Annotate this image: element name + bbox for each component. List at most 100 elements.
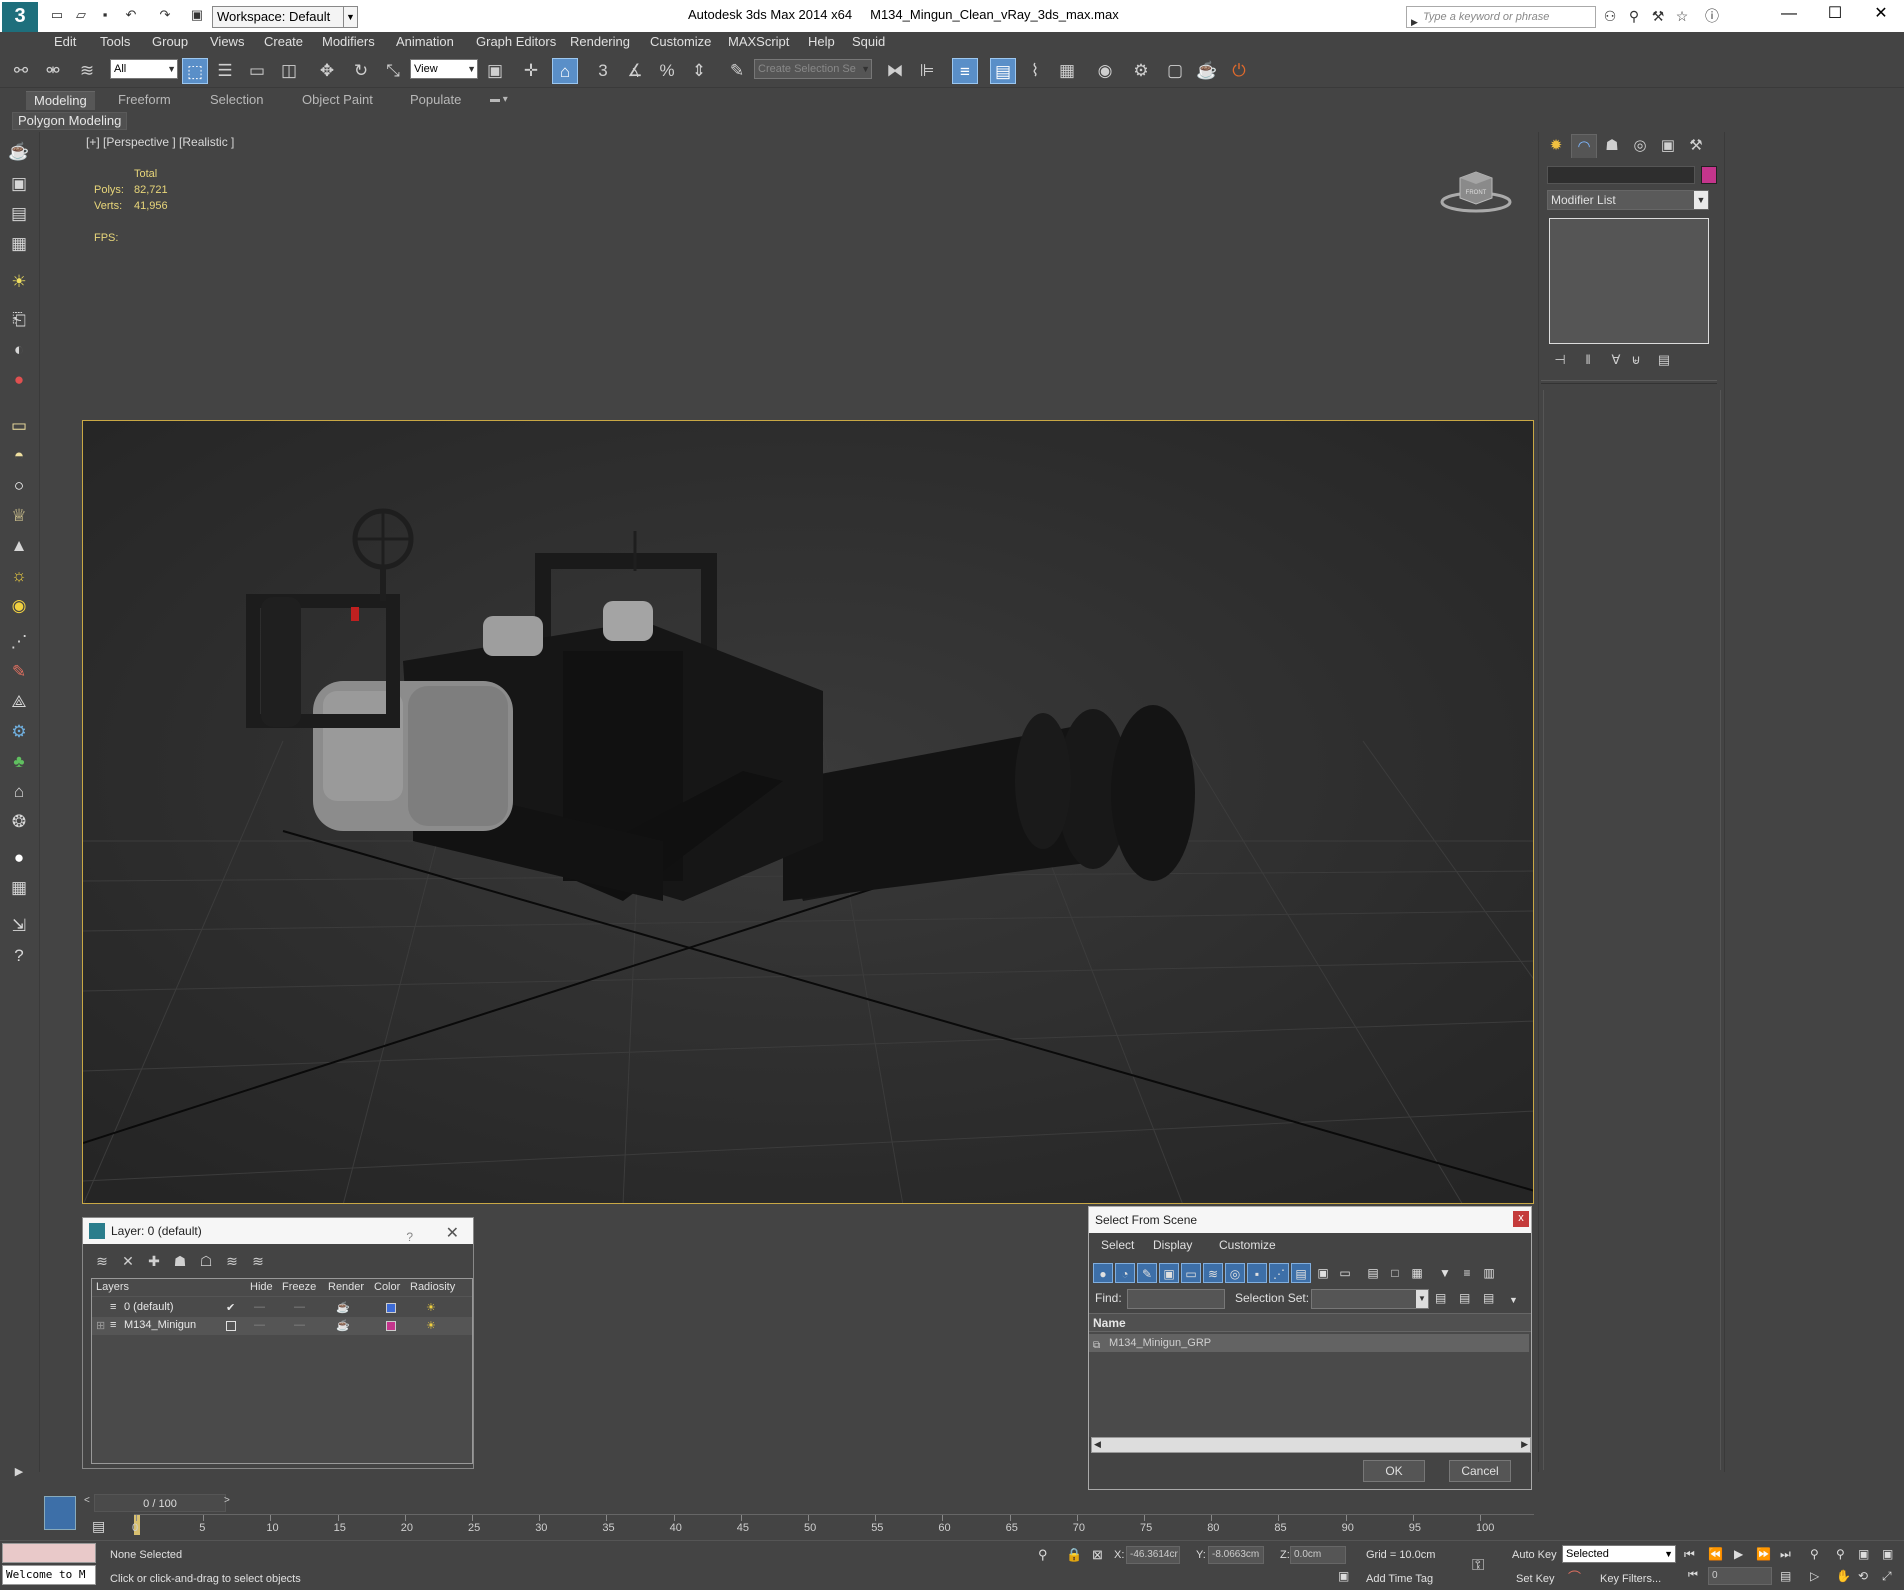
select-layer-objects-icon[interactable]: ☗ [169, 1250, 191, 1272]
set-key-button[interactable]: Set Key [1516, 1573, 1555, 1585]
time-tag-icon[interactable]: ▣ [1338, 1569, 1349, 1583]
menu-rendering[interactable]: Rendering [570, 34, 630, 49]
find-input[interactable] [1127, 1289, 1225, 1309]
help-circle-icon[interactable]: ? [7, 944, 31, 968]
polygon-modeling-panel[interactable]: Polygon Modeling [12, 112, 128, 130]
menu-display[interactable]: Display [1153, 1238, 1192, 1252]
freeze-toggle[interactable]: — [294, 1301, 305, 1313]
tab-freeform[interactable]: Freeform [110, 91, 179, 110]
ribbon-options-icon[interactable]: ▬ ▾ [482, 91, 516, 110]
zoom-extents-icon[interactable]: ▣ [1858, 1547, 1869, 1561]
expand-right-icon[interactable]: ▶ [7, 1460, 31, 1484]
menu-select[interactable]: Select [1101, 1238, 1134, 1252]
plant-icon[interactable]: ♣ [7, 750, 31, 774]
render-icon[interactable]: ▣ [7, 172, 31, 196]
reference-coordinate-dropdown[interactable]: View ▼ [410, 59, 478, 79]
sun-icon[interactable]: ☼ [7, 564, 31, 588]
menu-tools[interactable]: Tools [100, 34, 130, 49]
sphere-light-icon[interactable]: ● [7, 368, 31, 392]
show-end-result-icon[interactable]: ‖ [1577, 350, 1599, 370]
create-selection-set-icon[interactable]: ▤ [1435, 1291, 1446, 1305]
cameras-filter-icon[interactable]: ▣ [1159, 1263, 1179, 1283]
select-by-name-icon[interactable]: ☰ [212, 58, 238, 84]
edit-selection-set-icon[interactable]: ▤ [1459, 1291, 1470, 1305]
bind-space-warp-icon[interactable]: ≋ [74, 58, 100, 84]
previous-key-icon[interactable]: ⏪ [1708, 1547, 1723, 1561]
new-file-icon[interactable]: ▭ [48, 6, 66, 24]
ball-icon[interactable]: ● [7, 846, 31, 870]
auto-key-button[interactable]: Auto Key [1512, 1549, 1557, 1561]
menu-maxscript[interactable]: MAXScript [728, 34, 789, 49]
menu-create[interactable]: Create [264, 34, 303, 49]
absolute-mode-icon[interactable]: ⊠ [1092, 1547, 1103, 1563]
pin-stack-icon[interactable]: ⊣ [1549, 350, 1571, 370]
add-time-tag[interactable]: Add Time Tag [1366, 1573, 1433, 1585]
freeze-toggle[interactable]: — [294, 1319, 305, 1331]
shapes-filter-icon[interactable]: ◔ [1115, 1263, 1135, 1283]
vray-render-icon[interactable]: ⏻ [1226, 58, 1252, 84]
modifier-stack[interactable] [1549, 218, 1709, 344]
render-setup-icon[interactable]: ⚙ [1128, 58, 1154, 84]
particles-icon[interactable]: ❂ [7, 810, 31, 834]
maximize-icon[interactable]: ☐ [1812, 0, 1858, 30]
isolate-selection-icon[interactable]: ⚲ [1038, 1547, 1048, 1563]
list-icon[interactable]: ▤ [7, 202, 31, 226]
graphite-tools-icon[interactable]: ▤ [990, 58, 1016, 84]
current-frame-field[interactable]: 0 [1708, 1567, 1772, 1585]
containers-filter-icon[interactable]: ▤ [1291, 1263, 1311, 1283]
cone-icon[interactable]: ▲ [7, 534, 31, 558]
geometry-filter-icon[interactable]: ● [1093, 1263, 1113, 1283]
hair-icon[interactable]: ⌂ [7, 780, 31, 804]
lights-filter-icon[interactable]: ✎ [1137, 1263, 1157, 1283]
key-mode-toggle-icon[interactable]: ⏮ [1688, 1569, 1698, 1582]
object-color-swatch[interactable] [1701, 166, 1717, 184]
spinner-snap-icon[interactable]: ⇕ [686, 58, 712, 84]
open-file-icon[interactable]: ▱ [72, 6, 90, 24]
list-item[interactable]: ⧉ M134_Minigun_GRP [1089, 1334, 1529, 1352]
percent-snap-icon[interactable]: % [654, 58, 680, 84]
select-and-rotate-icon[interactable]: ↻ [348, 58, 374, 84]
menu-modifiers[interactable]: Modifiers [322, 34, 375, 49]
tab-object-paint[interactable]: Object Paint [294, 91, 381, 110]
dome-icon[interactable]: ◓ [7, 444, 31, 468]
selection-filter-dropdown[interactable]: All ▼ [110, 59, 178, 79]
horizontal-scrollbar[interactable]: ◀ ▶ [1091, 1437, 1531, 1453]
displacement-icon[interactable]: ⟁ [7, 690, 31, 714]
create-tab-icon[interactable]: ✹ [1543, 134, 1569, 158]
track-bar-icon[interactable]: ▤ [92, 1518, 105, 1535]
workspace-dropdown[interactable]: Workspace: Default ▼ [212, 6, 358, 28]
window-crossing-icon[interactable]: ◫ [276, 58, 302, 84]
maxscript-listener[interactable] [2, 1543, 96, 1563]
menu-group[interactable]: Group [152, 34, 188, 49]
help-icon[interactable]: ⓘ [1702, 7, 1722, 25]
time-configuration-icon[interactable]: ▤ [1780, 1569, 1791, 1583]
help-button[interactable]: ? [406, 1224, 413, 1250]
ambient-light-icon[interactable]: ◉ [7, 594, 31, 618]
communication-icon[interactable]: ⚒ [1648, 7, 1668, 25]
make-unique-icon[interactable]: ∀ [1605, 350, 1627, 370]
remove-modifier-icon[interactable]: ⊌ [1625, 350, 1647, 370]
y-coordinate-field[interactable]: -8.0663cm [1208, 1546, 1264, 1564]
align-icon[interactable]: ⊫ [914, 58, 940, 84]
bones-filter-icon[interactable]: ⋰ [1269, 1263, 1289, 1283]
expand-icon[interactable]: ⊞ [96, 1319, 105, 1332]
highlight-layer-icon[interactable]: ☖ [195, 1250, 217, 1272]
viewcube-icon[interactable]: FRONT [1440, 166, 1512, 214]
space-warps-filter-icon[interactable]: ≋ [1203, 1263, 1223, 1283]
play-icon[interactable]: ▶ [1734, 1547, 1743, 1561]
favorites-star-icon[interactable]: ☆ [1672, 7, 1692, 25]
selection-lock-icon[interactable]: 🔒 [1066, 1547, 1082, 1563]
col-hide[interactable]: Hide [250, 1281, 273, 1293]
curve-editor-icon[interactable]: ⌇ [1022, 58, 1048, 84]
tab-selection[interactable]: Selection [202, 91, 271, 110]
orbit-icon[interactable]: ⟲ [1858, 1569, 1868, 1583]
key-icon[interactable]: ⚿ [1472, 1557, 1484, 1575]
menu-help[interactable]: Help [808, 34, 835, 49]
configure-modifier-sets-icon[interactable]: ▤ [1653, 350, 1675, 370]
active-checkbox[interactable] [226, 1321, 236, 1331]
menu-customize[interactable]: Customize [1219, 1238, 1276, 1252]
menu-graph-editors[interactable]: Graph Editors [476, 34, 556, 49]
minimize-icon[interactable]: — [1766, 0, 1812, 30]
options-chevron-icon[interactable]: ▼ [1509, 1295, 1518, 1305]
default-tangent-icon[interactable]: ⌒ [1568, 1567, 1581, 1586]
